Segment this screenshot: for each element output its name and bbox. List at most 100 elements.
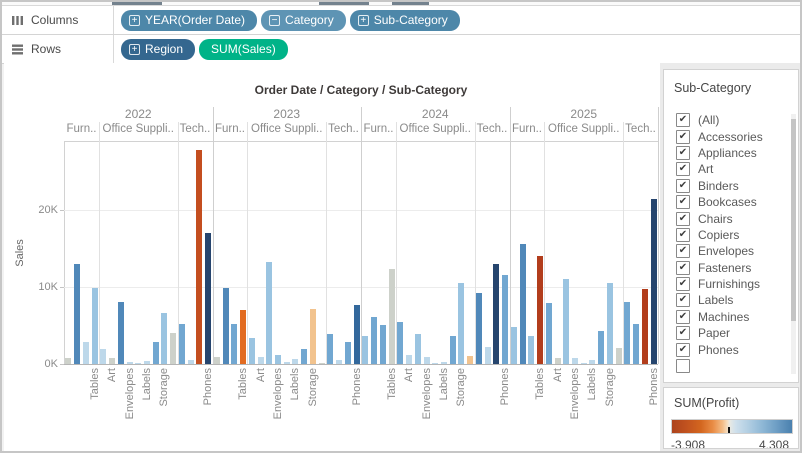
bar-2023-binders[interactable] <box>266 262 272 364</box>
bar-2025-labels[interactable] <box>589 360 595 364</box>
filter-item-paper[interactable]: ✔Paper <box>664 325 798 341</box>
bar-2025-envelopes[interactable] <box>572 358 578 364</box>
bar-2025-binders[interactable] <box>563 279 569 364</box>
bar-2025-fasteners[interactable] <box>581 363 587 364</box>
filter-item-appliances[interactable]: ✔Appliances <box>664 145 798 161</box>
bar-2025-storage[interactable] <box>607 283 613 364</box>
checkbox-checked-icon[interactable]: ✔ <box>676 212 690 226</box>
bar-2023-accessories[interactable] <box>327 334 333 364</box>
bar-2024-paper[interactable] <box>450 336 456 364</box>
filter-item-art[interactable]: ✔Art <box>664 161 798 177</box>
bar-2025-supplies[interactable] <box>616 348 622 364</box>
bar-2022-appliances[interactable] <box>100 349 106 364</box>
collapse-minus-icon[interactable]: − <box>269 15 280 26</box>
bar-2022-chairs[interactable] <box>74 264 80 364</box>
expand-plus-icon[interactable]: + <box>129 15 140 26</box>
bar-2022-paper[interactable] <box>153 342 159 364</box>
filter-item-bookcases[interactable]: ✔Bookcases <box>664 194 798 210</box>
checkbox-icon[interactable] <box>676 359 690 373</box>
filter-item-chairs[interactable]: ✔Chairs <box>664 210 798 226</box>
filter-scrollbar-thumb[interactable] <box>791 119 796 321</box>
bar-2022-envelopes[interactable] <box>127 362 133 364</box>
bar-2025-accessories[interactable] <box>624 302 630 364</box>
bar-2025-bookcases[interactable] <box>511 327 517 364</box>
bar-2023-bookcases[interactable] <box>214 357 220 364</box>
columns-shelf[interactable]: Columns +YEAR(Order Date)−Category+Sub-C… <box>2 6 800 35</box>
filter-item-accessories[interactable]: ✔Accessories <box>664 128 798 144</box>
gradient-zero-tick[interactable] <box>728 427 730 433</box>
filter-item-machines[interactable]: ✔Machines <box>664 309 798 325</box>
bar-2022-copiers[interactable] <box>188 360 194 364</box>
bar-2023-appliances[interactable] <box>249 338 255 364</box>
pill-rows-region[interactable]: +Region <box>121 39 195 60</box>
filter-item-furnishings[interactable]: ✔Furnishings <box>664 276 798 292</box>
bar-2022-furnishings[interactable] <box>83 342 89 364</box>
filter-item-envelopes[interactable]: ✔Envelopes <box>664 243 798 259</box>
filter-item-clipped[interactable] <box>664 358 798 374</box>
bar-2024-envelopes[interactable] <box>424 357 430 364</box>
bar-2022-supplies[interactable] <box>170 333 176 364</box>
bar-2022-fasteners[interactable] <box>135 363 141 364</box>
checkbox-checked-icon[interactable]: ✔ <box>676 113 690 127</box>
checkbox-checked-icon[interactable]: ✔ <box>676 162 690 176</box>
bar-2022-bookcases[interactable] <box>65 358 71 364</box>
checkbox-checked-icon[interactable]: ✔ <box>676 310 690 324</box>
bar-2025-tables[interactable] <box>537 256 543 364</box>
bar-2022-machines[interactable] <box>196 150 202 364</box>
bar-2025-art[interactable] <box>555 358 561 364</box>
checkbox-checked-icon[interactable]: ✔ <box>676 326 690 340</box>
checkbox-checked-icon[interactable]: ✔ <box>676 130 690 144</box>
checkbox-checked-icon[interactable]: ✔ <box>676 277 690 291</box>
bar-2024-chairs[interactable] <box>371 317 377 364</box>
checkbox-checked-icon[interactable]: ✔ <box>676 195 690 209</box>
bar-2023-furnishings[interactable] <box>231 324 237 364</box>
bar-2023-envelopes[interactable] <box>275 355 281 364</box>
filter-item-binders[interactable]: ✔Binders <box>664 178 798 194</box>
checkbox-checked-icon[interactable]: ✔ <box>676 343 690 357</box>
bar-2023-copiers[interactable] <box>336 360 342 364</box>
bar-2023-storage[interactable] <box>310 309 316 364</box>
bar-2023-labels[interactable] <box>292 359 298 364</box>
filter-item-phones[interactable]: ✔Phones <box>664 341 798 357</box>
bar-2022-accessories[interactable] <box>179 324 185 364</box>
bar-2025-machines[interactable] <box>642 289 648 364</box>
bar-2022-phones[interactable] <box>205 233 211 364</box>
rows-pill-area[interactable]: +RegionSUM(Sales) <box>114 35 800 63</box>
filter-item-labels[interactable]: ✔Labels <box>664 292 798 308</box>
rows-shelf[interactable]: Rows +RegionSUM(Sales) <box>2 35 800 64</box>
filter-item-fasteners[interactable]: ✔Fasteners <box>664 260 798 276</box>
bar-2024-storage[interactable] <box>458 283 464 364</box>
bar-2024-binders[interactable] <box>415 334 421 364</box>
pill-columns-sub-category[interactable]: +Sub-Category <box>350 10 460 31</box>
bar-2024-furnishings[interactable] <box>380 325 386 364</box>
bar-2025-chairs[interactable] <box>520 244 526 364</box>
pill-columns-year-order-date-[interactable]: +YEAR(Order Date) <box>121 10 257 31</box>
bar-2023-phones[interactable] <box>354 305 360 364</box>
bar-2024-tables[interactable] <box>389 269 395 364</box>
checkbox-checked-icon[interactable]: ✔ <box>676 244 690 258</box>
bar-2023-fasteners[interactable] <box>284 362 290 364</box>
bar-2024-phones[interactable] <box>502 275 508 364</box>
checkbox-checked-icon[interactable]: ✔ <box>676 293 690 307</box>
bar-2022-labels[interactable] <box>144 361 150 364</box>
bar-2024-bookcases[interactable] <box>362 336 368 364</box>
bar-2023-supplies[interactable] <box>319 363 325 364</box>
bar-2025-appliances[interactable] <box>546 303 552 364</box>
bar-2024-labels[interactable] <box>441 362 447 364</box>
bar-2025-furnishings[interactable] <box>528 336 534 364</box>
bar-2024-appliances[interactable] <box>397 322 403 364</box>
expand-plus-icon[interactable]: + <box>358 15 369 26</box>
bar-2025-phones[interactable] <box>651 199 657 364</box>
bar-2023-art[interactable] <box>258 357 264 364</box>
bar-2024-machines[interactable] <box>493 264 499 364</box>
checkbox-checked-icon[interactable]: ✔ <box>676 228 690 242</box>
profit-gradient[interactable] <box>671 419 793 434</box>
bar-2023-machines[interactable] <box>345 342 351 364</box>
expand-plus-icon[interactable]: + <box>129 44 140 55</box>
bar-2024-art[interactable] <box>406 355 412 364</box>
bar-2024-accessories[interactable] <box>476 293 482 364</box>
filter-item-copiers[interactable]: ✔Copiers <box>664 227 798 243</box>
checkbox-checked-icon[interactable]: ✔ <box>676 146 690 160</box>
bar-2022-tables[interactable] <box>92 288 98 364</box>
columns-pill-area[interactable]: +YEAR(Order Date)−Category+Sub-Category <box>114 6 800 34</box>
